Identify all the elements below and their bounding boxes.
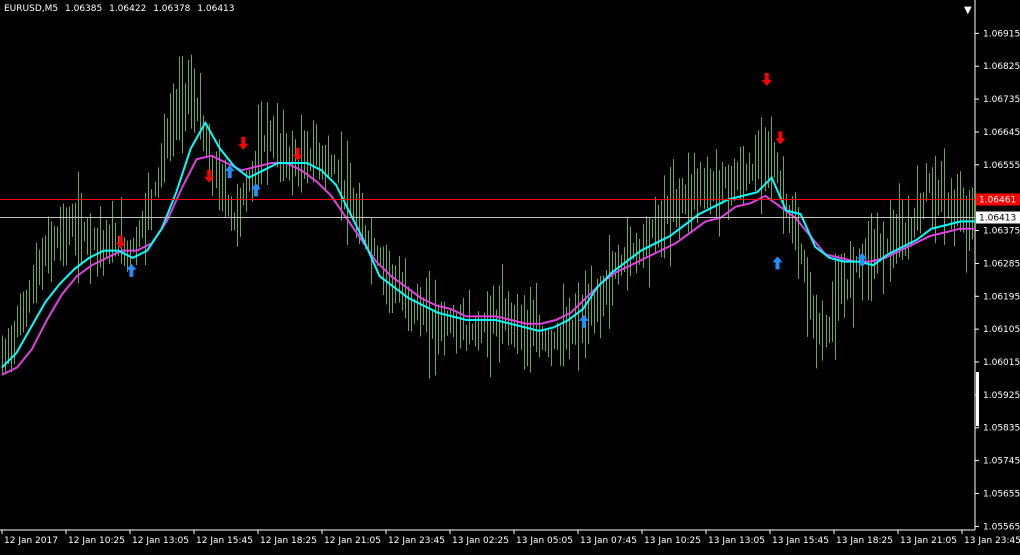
price-tick-label: 1.06195	[983, 292, 1020, 302]
time-tick-label: 12 Jan 10:25	[68, 536, 125, 546]
price-tick-label: 1.06375	[983, 227, 1020, 237]
open-value: 1.06385	[65, 4, 103, 14]
price-chart[interactable]: EURUSD,M5 1.06385 1.06422 1.06378 1.0641…	[0, 0, 1020, 551]
time-tick-label: 12 Jan 2017	[4, 536, 58, 546]
symbol-label: EURUSD,M5	[4, 4, 59, 14]
close-value: 1.06413	[197, 4, 235, 14]
price-tick-label: 1.05745	[983, 457, 1020, 467]
time-tick-label: 13 Jan 02:25	[452, 536, 509, 546]
buy-arrow-icon	[772, 256, 783, 270]
chart-canvas[interactable]: 1.06915 1.06825 1.06735 1.06645 1.06555 1.064…	[0, 0, 1020, 551]
sell-arrow-icon	[238, 136, 249, 150]
high-value: 1.06422	[109, 4, 147, 14]
time-tick-label: 12 Jan 21:05	[324, 536, 381, 546]
price-tick-label: 1.05655	[983, 489, 1020, 499]
scroll-indicator[interactable]	[976, 372, 979, 426]
triangle-down-icon[interactable]: ▼	[964, 5, 972, 16]
price-tick-label: 1.06555	[983, 161, 1020, 171]
time-tick-label: 13 Jan 21:05	[900, 536, 957, 546]
time-tick-label: 13 Jan 10:25	[644, 536, 701, 546]
sell-arrow-icon	[775, 131, 786, 145]
time-tick-label: 13 Jan 07:45	[580, 536, 637, 546]
price-tick-label: 1.06825	[983, 62, 1020, 72]
symbol-ohlc-info: EURUSD,M5 1.06385 1.06422 1.06378 1.0641…	[4, 4, 239, 14]
time-tick-label: 13 Jan 13:05	[708, 536, 765, 546]
time-tick-label: 12 Jan 23:45	[388, 536, 445, 546]
ask-line-label: 1.06461	[979, 196, 1016, 206]
price-tick-label: 1.05835	[983, 424, 1020, 434]
time-tick-label: 13 Jan 15:45	[772, 536, 829, 546]
time-tick-label: 13 Jan 18:25	[836, 536, 893, 546]
price-tick-label: 1.06015	[983, 358, 1020, 368]
time-tick-label: 13 Jan 23:45	[964, 536, 1020, 546]
price-tick-label: 1.06735	[983, 95, 1020, 105]
price-tick-label: 1.06285	[983, 259, 1020, 269]
price-tick-label: 1.06105	[983, 325, 1020, 335]
time-tick-label: 13 Jan 05:05	[516, 536, 573, 546]
low-value: 1.06378	[153, 4, 191, 14]
price-tick-label: 1.06915	[983, 29, 1020, 39]
sell-arrow-icon	[761, 73, 772, 87]
bid-line-label: 1.06413	[979, 214, 1016, 224]
buy-arrow-icon	[578, 314, 589, 328]
time-tick-label: 12 Jan 15:45	[196, 536, 253, 546]
price-tick-label: 1.06645	[983, 128, 1020, 138]
price-tick-label: 1.05565	[983, 522, 1020, 532]
time-tick-label: 12 Jan 18:25	[260, 536, 317, 546]
price-tick-label: 1.05925	[983, 391, 1020, 401]
time-tick-label: 12 Jan 13:05	[132, 536, 189, 546]
